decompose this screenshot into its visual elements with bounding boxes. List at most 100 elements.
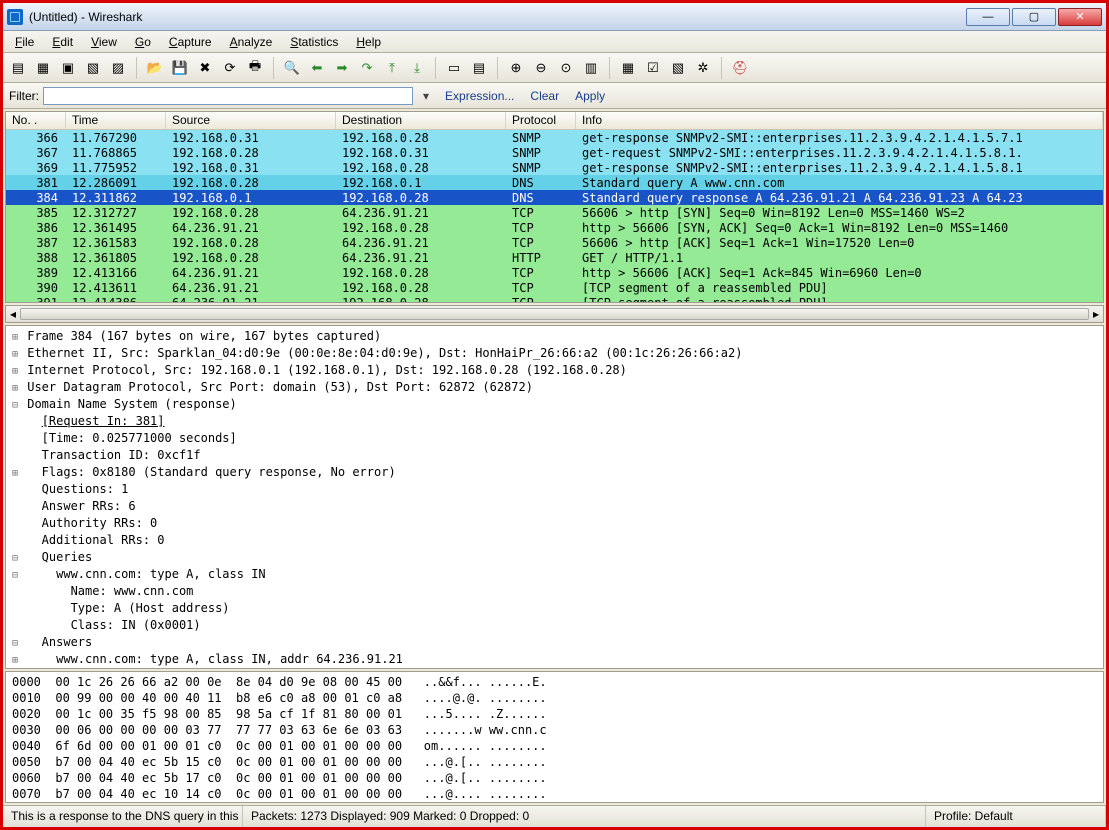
goto-icon[interactable]: ↷ xyxy=(356,57,378,79)
hex-line[interactable]: 0070 b7 00 04 40 ec 10 14 c0 0c 00 01 00… xyxy=(12,786,1097,802)
hex-line[interactable]: 0050 b7 00 04 40 ec 5b 15 c0 0c 00 01 00… xyxy=(12,754,1097,770)
app-window: (Untitled) - Wireshark — ▢ ✕ File Edit V… xyxy=(0,0,1109,830)
hex-line[interactable]: 0030 00 06 00 00 00 00 03 77 77 77 03 63… xyxy=(12,722,1097,738)
detail-line[interactable]: Questions: 1 xyxy=(10,481,1099,498)
col-header-time[interactable]: Time xyxy=(66,112,166,129)
detail-line[interactable]: ⊞ Ethernet II, Src: Sparklan_04:d0:9e (0… xyxy=(10,345,1099,362)
packet-row[interactable]: 39112.41438664.236.91.21192.168.0.28TCP[… xyxy=(6,295,1103,302)
colorize-icon[interactable]: ▭ xyxy=(443,57,465,79)
preferences-icon[interactable]: ✲ xyxy=(692,57,714,79)
packet-row[interactable]: 38912.41316664.236.91.21192.168.0.28TCPh… xyxy=(6,265,1103,280)
detail-line[interactable]: ⊟ www.cnn.com: type A, class IN xyxy=(10,566,1099,583)
col-header-protocol[interactable]: Protocol xyxy=(506,112,576,129)
back-icon[interactable]: ⬅ xyxy=(306,57,328,79)
print-icon[interactable]: 🖶 xyxy=(244,57,266,79)
detail-line[interactable]: Transaction ID: 0xcf1f xyxy=(10,447,1099,464)
help-icon[interactable]: ⛑ xyxy=(729,57,751,79)
menu-edit[interactable]: Edit xyxy=(44,33,81,51)
scroll-right-icon[interactable]: ▸ xyxy=(1089,307,1103,321)
forward-icon[interactable]: ➡ xyxy=(331,57,353,79)
scroll-left-icon[interactable]: ◂ xyxy=(6,307,20,321)
close-file-icon[interactable]: ✖ xyxy=(194,57,216,79)
packet-detail-pane[interactable]: ⊞ Frame 384 (167 bytes on wire, 167 byte… xyxy=(5,325,1104,669)
coloring-rules-icon[interactable]: ▧ xyxy=(667,57,689,79)
go-last-icon[interactable]: ⤓ xyxy=(406,57,428,79)
capture-filters-icon[interactable]: ▦ xyxy=(617,57,639,79)
status-packets: Packets: 1273 Displayed: 909 Marked: 0 D… xyxy=(243,806,926,827)
display-filters-icon[interactable]: ☑ xyxy=(642,57,664,79)
detail-line[interactable]: ⊟ Domain Name System (response) xyxy=(10,396,1099,413)
hex-line[interactable]: 0000 00 1c 26 26 66 a2 00 0e 8e 04 d0 9e… xyxy=(12,674,1097,690)
detail-line[interactable]: ⊞ Flags: 0x8180 (Standard query response… xyxy=(10,464,1099,481)
packet-row[interactable]: 38612.36149564.236.91.21192.168.0.28TCPh… xyxy=(6,220,1103,235)
hex-line[interactable]: 0020 00 1c 00 35 f5 98 00 85 98 5a cf 1f… xyxy=(12,706,1097,722)
minimize-button[interactable]: — xyxy=(966,8,1010,26)
packet-row[interactable]: 38112.286091192.168.0.28192.168.0.1DNSSt… xyxy=(6,175,1103,190)
resize-columns-icon[interactable]: ▥ xyxy=(580,57,602,79)
detail-line[interactable]: ⊞ www.cnn.com: type A, class IN, addr 64… xyxy=(10,651,1099,668)
menu-help[interactable]: Help xyxy=(348,33,389,51)
menu-statistics[interactable]: Statistics xyxy=(282,33,346,51)
col-header-destination[interactable]: Destination xyxy=(336,112,506,129)
hex-line[interactable]: 0060 b7 00 04 40 ec 5b 17 c0 0c 00 01 00… xyxy=(12,770,1097,786)
packet-row[interactable]: 38712.361583192.168.0.2864.236.91.21TCP5… xyxy=(6,235,1103,250)
save-icon[interactable]: 💾 xyxy=(169,57,191,79)
col-header-no[interactable]: No. . xyxy=(6,112,66,129)
packet-row[interactable]: 39012.41361164.236.91.21192.168.0.28TCP[… xyxy=(6,280,1103,295)
packet-row[interactable]: 38812.361805192.168.0.2864.236.91.21HTTP… xyxy=(6,250,1103,265)
detail-line[interactable]: Answer RRs: 6 xyxy=(10,498,1099,515)
packet-row[interactable]: 38512.312727192.168.0.2864.236.91.21TCP5… xyxy=(6,205,1103,220)
zoom-out-icon[interactable]: ⊖ xyxy=(530,57,552,79)
interfaces-icon[interactable]: ▤ xyxy=(7,57,29,79)
open-icon[interactable]: 📂 xyxy=(144,57,166,79)
go-first-icon[interactable]: ⤒ xyxy=(381,57,403,79)
autoscroll-icon[interactable]: ▤ xyxy=(468,57,490,79)
reload-icon[interactable]: ⟳ xyxy=(219,57,241,79)
apply-button[interactable]: Apply xyxy=(569,89,611,103)
menu-go[interactable]: Go xyxy=(127,33,159,51)
packet-row[interactable]: 36911.775952192.168.0.31192.168.0.28SNMP… xyxy=(6,160,1103,175)
detail-line[interactable]: Additional RRs: 0 xyxy=(10,532,1099,549)
maximize-button[interactable]: ▢ xyxy=(1012,8,1056,26)
menu-file[interactable]: File xyxy=(7,33,42,51)
packet-row[interactable]: 36711.768865192.168.0.28192.168.0.31SNMP… xyxy=(6,145,1103,160)
titlebar[interactable]: (Untitled) - Wireshark — ▢ ✕ xyxy=(3,3,1106,31)
detail-line[interactable]: Type: A (Host address) xyxy=(10,600,1099,617)
scroll-thumb[interactable] xyxy=(20,308,1089,320)
packet-list-body[interactable]: 36611.767290192.168.0.31192.168.0.28SNMP… xyxy=(6,130,1103,302)
zoom-in-icon[interactable]: ⊕ xyxy=(505,57,527,79)
detail-line[interactable]: ⊞ Frame 384 (167 bytes on wire, 167 byte… xyxy=(10,328,1099,345)
detail-line[interactable]: ⊞ User Datagram Protocol, Src Port: doma… xyxy=(10,379,1099,396)
detail-line[interactable]: [Time: 0.025771000 seconds] xyxy=(10,430,1099,447)
stop-capture-icon[interactable]: ▧ xyxy=(82,57,104,79)
packet-bytes-pane[interactable]: 0000 00 1c 26 26 66 a2 00 0e 8e 04 d0 9e… xyxy=(5,671,1104,803)
hex-line[interactable]: 0040 6f 6d 00 00 01 00 01 c0 0c 00 01 00… xyxy=(12,738,1097,754)
detail-line[interactable]: ⊞ Internet Protocol, Src: 192.168.0.1 (1… xyxy=(10,362,1099,379)
detail-line[interactable]: [Request In: 381] xyxy=(10,413,1099,430)
restart-capture-icon[interactable]: ▨ xyxy=(107,57,129,79)
hex-line[interactable]: 0010 00 99 00 00 40 00 40 11 b8 e6 c0 a8… xyxy=(12,690,1097,706)
horizontal-scrollbar[interactable]: ◂ ▸ xyxy=(5,305,1104,323)
menu-analyze[interactable]: Analyze xyxy=(222,33,281,51)
menu-capture[interactable]: Capture xyxy=(161,33,220,51)
close-button[interactable]: ✕ xyxy=(1058,8,1102,26)
col-header-source[interactable]: Source xyxy=(166,112,336,129)
detail-line[interactable]: ⊟ Answers xyxy=(10,634,1099,651)
detail-line[interactable]: Authority RRs: 0 xyxy=(10,515,1099,532)
detail-line[interactable]: Name: www.cnn.com xyxy=(10,583,1099,600)
start-capture-icon[interactable]: ▣ xyxy=(57,57,79,79)
filter-dropdown-icon[interactable]: ▾ xyxy=(417,89,435,103)
expression-button[interactable]: Expression... xyxy=(439,89,520,103)
menu-view[interactable]: View xyxy=(83,33,125,51)
separator xyxy=(136,57,137,79)
options-icon[interactable]: ▦ xyxy=(32,57,54,79)
detail-line[interactable]: Class: IN (0x0001) xyxy=(10,617,1099,634)
packet-row[interactable]: 36611.767290192.168.0.31192.168.0.28SNMP… xyxy=(6,130,1103,145)
col-header-info[interactable]: Info xyxy=(576,112,1103,129)
detail-line[interactable]: ⊟ Queries xyxy=(10,549,1099,566)
zoom-reset-icon[interactable]: ⊙ xyxy=(555,57,577,79)
clear-button[interactable]: Clear xyxy=(524,89,565,103)
packet-row[interactable]: 38412.311862192.168.0.1192.168.0.28DNSSt… xyxy=(6,190,1103,205)
find-icon[interactable]: 🔍 xyxy=(281,57,303,79)
filter-input[interactable] xyxy=(43,87,413,105)
